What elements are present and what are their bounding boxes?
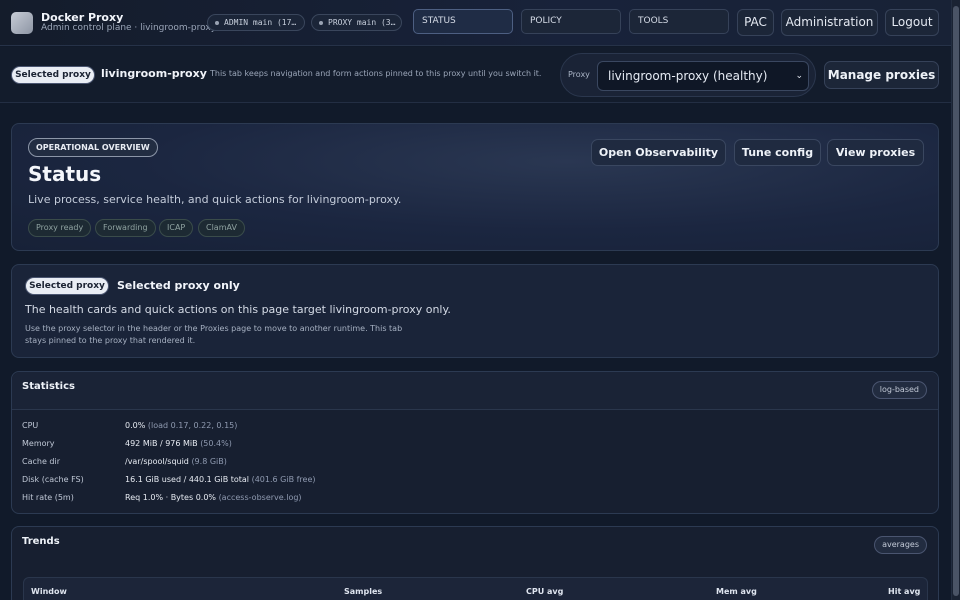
selected-proxy-strip: Selected proxy livingroom-proxy This tab… — [0, 47, 951, 103]
status-dot-icon — [319, 21, 323, 25]
scope-help-text: Use the proxy selector in the header or … — [25, 324, 403, 345]
stat-detail: (50.4%) — [200, 439, 232, 448]
proxy-pin-note: This tab keeps navigation and form actio… — [210, 69, 542, 78]
stat-detail: (load 0.17, 0.22, 0.15) — [147, 421, 238, 430]
stat-detail: (access-observe.log) — [218, 493, 302, 502]
stat-detail: (9.8 GiB) — [191, 457, 227, 466]
proxy-version-label: PROXY main (3… — [328, 18, 396, 27]
chevron-down-icon: ⌄ — [795, 71, 803, 81]
stat-main: 492 MiB / 976 MiB — [125, 439, 198, 448]
trends-header: Trends averages — [12, 527, 938, 565]
trends-card: Trends averages Window Samples CPU avg M… — [11, 526, 939, 600]
chip-proxy-ready: Proxy ready — [28, 219, 92, 237]
column-header-cpu-avg: CPU avg — [526, 587, 564, 596]
stat-value-memory: 492 MiB / 976 MiB (50.4%) — [125, 439, 232, 448]
overview-eyebrow: OPERATIONAL OVERVIEW — [28, 138, 158, 157]
scope-title: Selected proxy only — [117, 279, 240, 292]
statistics-source-badge: log-based — [871, 381, 927, 399]
stat-main: /var/spool/squid — [125, 457, 189, 466]
stat-value-cache-dir: /var/spool/squid (9.8 GiB) — [125, 457, 227, 466]
stat-value-cpu: 0.0% (load 0.17, 0.22, 0.15) — [125, 421, 237, 430]
chip-forwarding: Forwarding — [95, 219, 156, 237]
stat-label-memory: Memory — [22, 439, 55, 448]
stat-main: 16.1 GiB used / 440.1 GiB total — [125, 475, 250, 484]
proxy-version-pill: PROXY main (3… — [311, 14, 402, 31]
statistics-title: Statistics — [22, 381, 75, 392]
trends-title: Trends — [22, 536, 60, 547]
column-header-samples: Samples — [344, 587, 383, 596]
app-logo — [11, 12, 33, 34]
trends-badge: averages — [874, 536, 927, 554]
page-title: Status — [28, 162, 102, 186]
statistics-header: Statistics log-based — [12, 372, 938, 410]
view-proxies-button[interactable]: View proxies — [827, 139, 924, 166]
stat-label-hit-rate: Hit rate (5m) — [22, 493, 74, 502]
status-dot-icon — [215, 21, 219, 25]
open-observability-button[interactable]: Open Observability — [591, 139, 726, 166]
logout-button[interactable]: Logout — [885, 9, 939, 36]
stat-detail: (401.6 GiB free) — [251, 475, 316, 484]
chip-icap: ICAP — [159, 219, 194, 237]
proxy-selector-group: Proxy livingroom-proxy (healthy) ⌄ — [560, 53, 816, 97]
page-description: Live process, service health, and quick … — [28, 193, 402, 206]
stat-main: Req 1.0% · Bytes 0.0% — [125, 493, 217, 502]
column-header-hit-avg: Hit avg — [888, 587, 921, 596]
column-header-window: Window — [31, 587, 67, 596]
stat-main: 0.0% — [125, 421, 146, 430]
top-header: Docker Proxy Admin control plane · livin… — [0, 0, 951, 46]
manage-proxies-button[interactable]: Manage proxies — [824, 61, 939, 89]
page-scrollbar[interactable] — [951, 0, 960, 600]
scope-lead: The health cards and quick actions on th… — [25, 303, 451, 316]
scrollbar-thumb[interactable] — [953, 6, 959, 596]
stat-label-cpu: CPU — [22, 421, 39, 430]
stat-value-hit-rate: Req 1.0% · Bytes 0.0% (access-observe.lo… — [125, 493, 302, 502]
selected-proxy-tag: Selected proxy — [11, 66, 95, 84]
chip-clamav: ClamAV — [198, 219, 245, 237]
tab-policy[interactable]: POLICY — [521, 9, 621, 34]
stat-label-cache-dir: Cache dir — [22, 457, 61, 466]
status-overview-card: OPERATIONAL OVERVIEW Status Live process… — [11, 123, 939, 251]
proxy-selector-label: Proxy — [568, 70, 590, 79]
administration-button[interactable]: Administration — [781, 9, 878, 36]
proxy-select-value: livingroom-proxy (healthy) — [608, 69, 768, 83]
statistics-card: Statistics log-based CPU 0.0% (load 0.17… — [11, 371, 939, 514]
selected-proxy-name: livingroom-proxy — [101, 67, 207, 80]
column-header-mem-avg: Mem avg — [716, 587, 757, 596]
admin-version-pill: ADMIN main (17… — [207, 14, 305, 31]
selected-proxy-tag: Selected proxy — [25, 277, 109, 295]
tab-status[interactable]: STATUS — [413, 9, 513, 34]
tab-tools[interactable]: TOOLS — [629, 9, 729, 34]
pac-button[interactable]: PAC — [737, 9, 774, 36]
trends-table-header: Window Samples CPU avg Mem avg Hit avg — [23, 577, 928, 600]
tune-config-button[interactable]: Tune config — [734, 139, 821, 166]
admin-version-label: ADMIN main (17… — [224, 18, 297, 27]
brand-subtitle: Admin control plane · livingroom-proxy — [41, 23, 217, 33]
selected-proxy-scope-card: Selected proxy Selected proxy only The h… — [11, 264, 939, 358]
proxy-select[interactable]: livingroom-proxy (healthy) ⌄ — [597, 61, 809, 91]
stat-label-disk: Disk (cache FS) — [22, 475, 84, 484]
stat-value-disk: 16.1 GiB used / 440.1 GiB total (401.6 G… — [125, 475, 316, 484]
